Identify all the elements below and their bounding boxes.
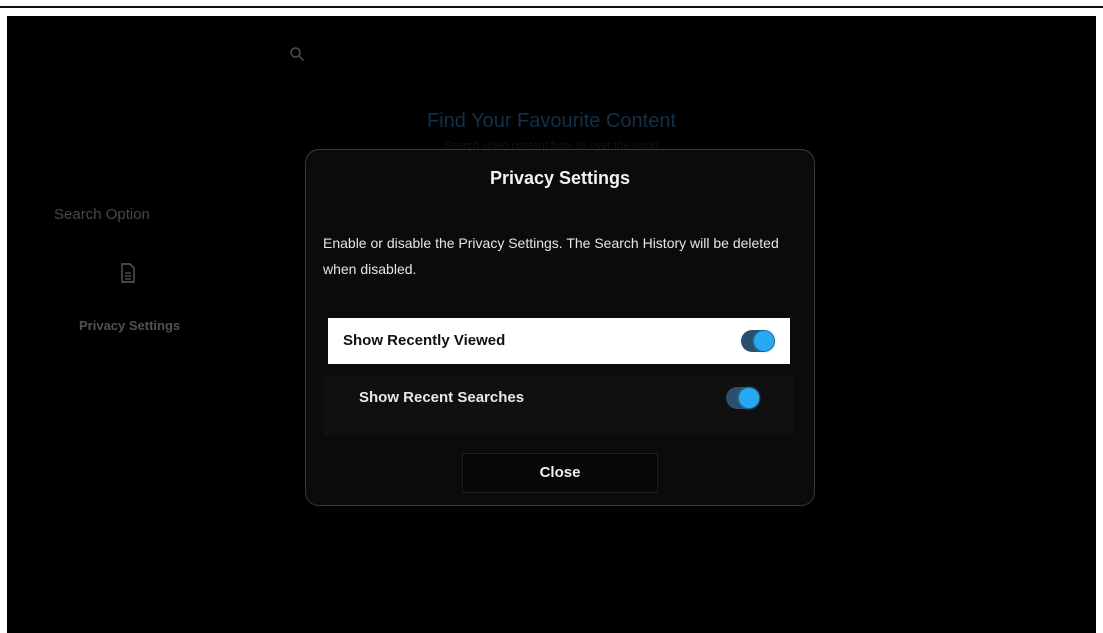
close-button[interactable]: Close xyxy=(462,453,658,493)
toggle-knob xyxy=(754,331,774,351)
privacy-settings-dialog: Privacy Settings Enable or disable the P… xyxy=(305,149,815,506)
dialog-description: Enable or disable the Privacy Settings. … xyxy=(323,235,779,277)
option-show-recently-viewed[interactable]: Show Recently Viewed xyxy=(328,318,790,364)
toggle-knob xyxy=(739,388,759,408)
recently-viewed-toggle[interactable] xyxy=(741,330,775,352)
tv-screen: Find Your Favourite Content Search video… xyxy=(7,16,1096,633)
dialog-title: Privacy Settings xyxy=(489,168,631,188)
top-divider xyxy=(0,6,1103,8)
option-label: Show Recent Searches xyxy=(359,389,525,406)
option-label: Show Recently Viewed xyxy=(343,332,506,349)
recent-searches-toggle[interactable] xyxy=(726,387,760,409)
option-show-recent-searches[interactable]: Show Recent Searches xyxy=(324,375,794,435)
